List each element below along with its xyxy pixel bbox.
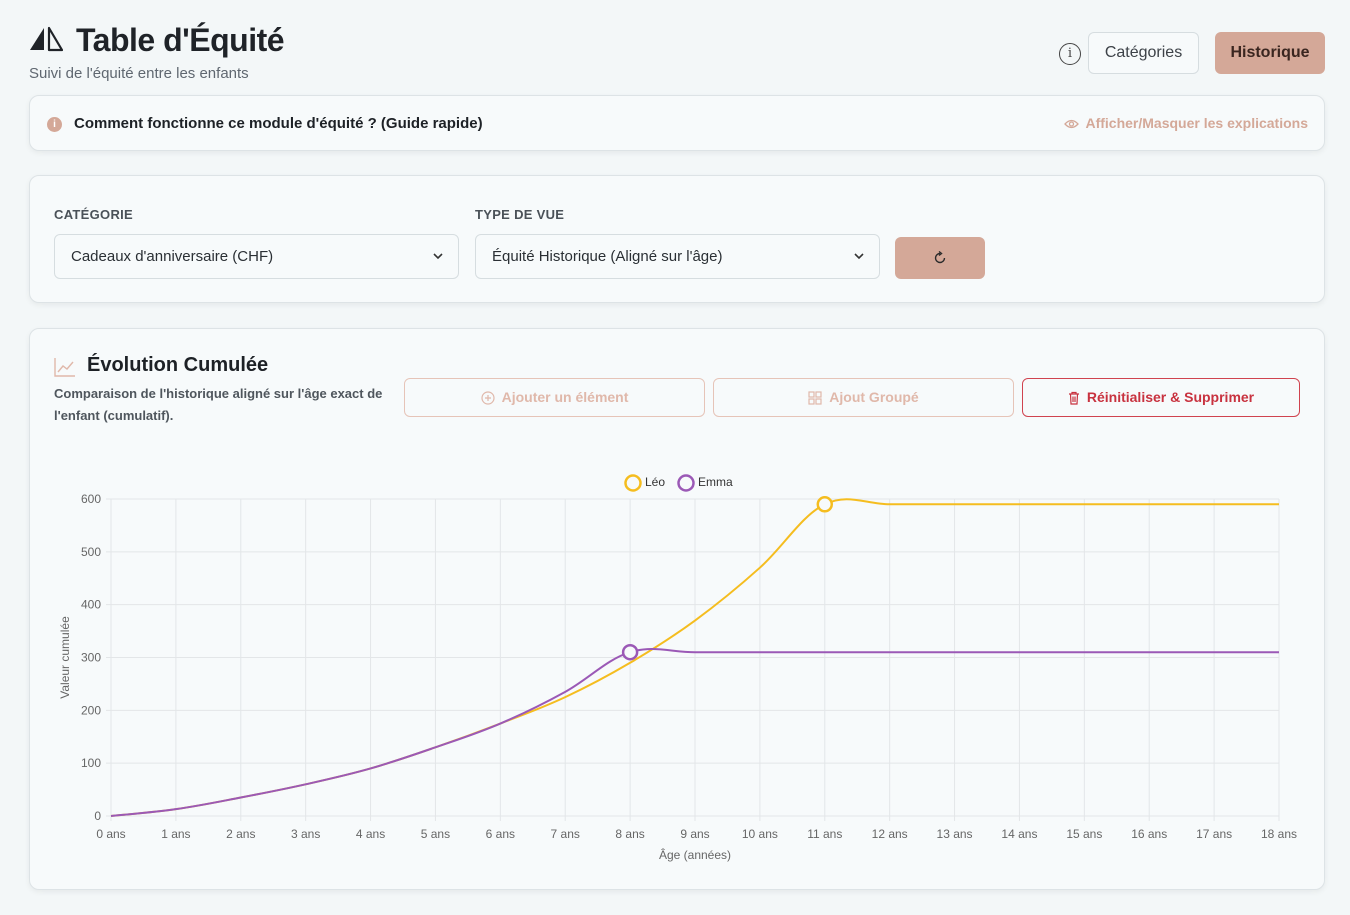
legend-label: Emma [698,475,733,489]
y-tick-label: 100 [81,756,101,770]
view-type-select-value: Équité Historique (Aligné sur l'âge) [492,248,723,265]
trash-icon [1068,391,1079,405]
history-button[interactable]: Historique [1215,32,1325,74]
page-header: Table d'Équité Suivi de l'équité entre l… [29,20,1325,90]
info-icon[interactable]: i [1059,43,1081,65]
view-type-label: TYPE DE VUE [475,207,565,222]
x-tick-label: 6 ans [486,827,515,841]
guide-question[interactable]: Comment fonctionne ce module d'équité ? … [74,115,483,132]
series-marker-emma [621,643,639,661]
x-tick-label: 12 ans [872,827,908,841]
add-element-button[interactable]: Ajouter un élément [404,378,705,417]
toggle-explanations-label: Afficher/Masquer les explications [1085,115,1308,131]
legend-marker-emma [677,474,695,492]
cumulative-chart-card: 0 ans 1 ans 2 ans 3 ans 4 ans 5 ans 6 ans 7 ans… [29,328,1325,890]
x-tick-label: 5 ans [421,827,450,841]
reset-delete-button[interactable]: Réinitialiser & Supprimer [1022,378,1300,417]
group-add-button[interactable]: Ajout Groupé [713,378,1014,417]
reset-delete-label: Réinitialiser & Supprimer [1086,389,1255,405]
info-icon: i [47,117,62,132]
category-label: CATÉGORIE [54,207,134,222]
y-tick-label: 500 [81,545,101,559]
y-tick-label: 0 [94,809,101,823]
filters-panel: CATÉGORIE Cadeaux d'anniversaire (CHF) T… [29,175,1325,303]
page-subtitle: Suivi de l'équité entre les enfants [29,65,249,82]
x-tick-label: 4 ans [356,827,385,841]
x-tick-label: 14 ans [1001,827,1037,841]
x-tick-label: 18 ans [1261,827,1297,841]
series-marker-léo [816,496,834,513]
x-tick-label: 11 ans [807,827,842,841]
y-tick-label: 200 [81,703,101,717]
refresh-button[interactable] [895,237,985,279]
chart-title: Évolution Cumulée [87,354,269,376]
toggle-explanations-link[interactable]: Afficher/Masquer les explications [1064,115,1308,131]
chevron-down-icon [854,253,864,260]
y-tick-label: 300 [81,651,101,665]
category-select-value: Cadeaux d'anniversaire (CHF) [71,248,274,265]
guide-panel[interactable]: i Comment fonctionne ce module d'équité … [29,95,1325,151]
x-tick-label: 0 ans [96,827,125,841]
x-tick-label: 1 ans [161,827,190,841]
refresh-icon [934,251,946,264]
x-tick-label: 7 ans [551,827,580,841]
chevron-down-icon [433,253,443,260]
x-tick-label: 9 ans [680,827,709,841]
categories-button[interactable]: Catégories [1088,32,1199,74]
page-title: Table d'Équité [76,22,285,58]
x-tick-label: 16 ans [1131,827,1167,841]
eye-icon [1064,119,1080,129]
x-tick-label: 13 ans [937,827,973,841]
plus-circle-icon [480,391,495,405]
x-tick-label: 3 ans [291,827,320,841]
x-axis-title: Âge (années) [659,847,731,862]
x-tick-label: 17 ans [1196,827,1232,841]
view-type-select[interactable]: Équité Historique (Aligné sur l'âge) [475,234,880,279]
scale-logo-icon [30,26,63,52]
legend-marker-léo [624,474,642,492]
category-select[interactable]: Cadeaux d'anniversaire (CHF) [54,234,459,279]
add-element-label: Ajouter un élément [501,389,629,405]
group-add-label: Ajout Groupé [829,389,919,405]
y-tick-label: 400 [81,598,101,612]
y-tick-label: 600 [81,492,101,506]
x-tick-label: 15 ans [1066,827,1102,841]
x-tick-label: 2 ans [226,827,255,841]
x-tick-label: 10 ans [742,827,778,841]
grid-icon [808,391,822,405]
trend-chart-icon [54,358,75,377]
x-tick-label: 8 ans [615,827,644,841]
chart-description: Comparaison de l'historique aligné sur l… [54,386,383,423]
legend-label: Léo [645,475,665,489]
y-axis-title: Valeur cumulée [58,616,72,699]
